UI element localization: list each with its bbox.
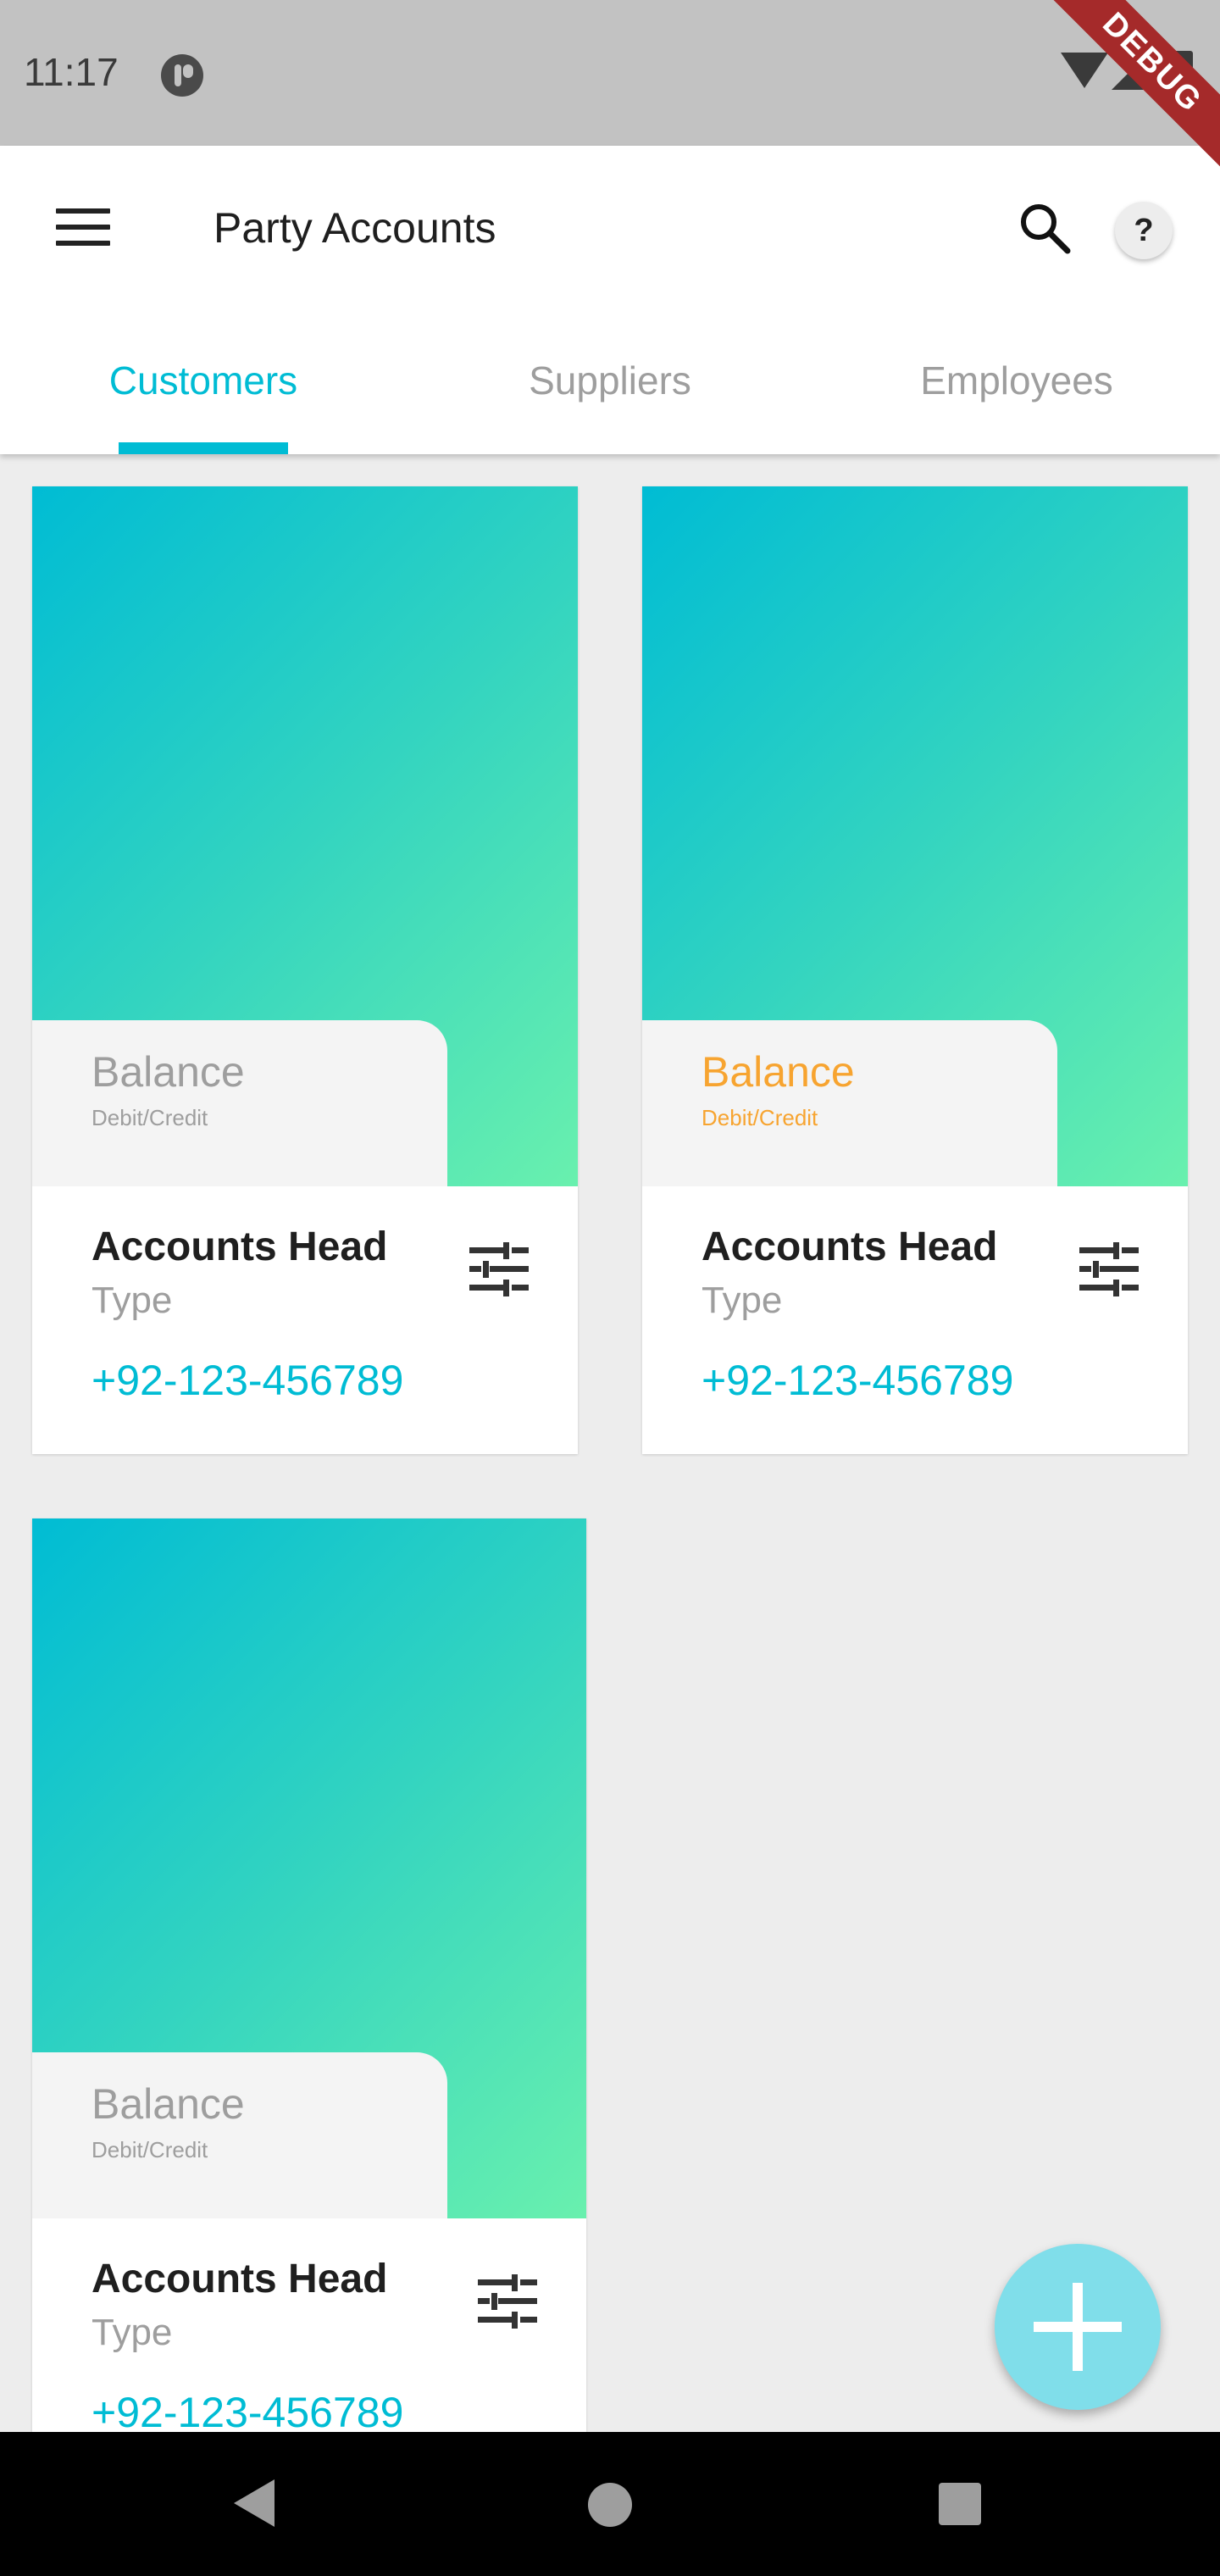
help-button[interactable]: ? — [1115, 202, 1173, 259]
notification-icon — [161, 54, 203, 97]
wifi-icon — [1061, 53, 1108, 88]
account-phone[interactable]: +92-123-456789 — [92, 2388, 403, 2437]
tab-customers[interactable]: Customers — [0, 339, 407, 454]
account-card[interactable]: Balance Debit/Credit Accounts Head Type … — [32, 486, 578, 1454]
tune-icon[interactable] — [478, 2274, 537, 2329]
account-card[interactable]: Balance Debit/Credit Accounts Head Type … — [642, 486, 1188, 1454]
balance-box: Balance Debit/Credit — [32, 1020, 447, 1186]
balance-subtitle: Debit/Credit — [92, 1105, 208, 1130]
balance-box: Balance Debit/Credit — [642, 1020, 1057, 1186]
add-button[interactable] — [995, 2244, 1161, 2410]
search-icon[interactable] — [1017, 200, 1071, 254]
hamburger-menu-icon[interactable] — [56, 208, 110, 246]
status-time: 11:17 — [24, 50, 119, 94]
page-title: Party Accounts — [214, 204, 496, 252]
account-phone[interactable]: +92-123-456789 — [92, 1356, 403, 1405]
account-type: Type — [92, 2312, 173, 2353]
card-info: Accounts Head Type +92-123-456789 — [32, 1186, 578, 1454]
tab-bar: Customers Suppliers Employees — [0, 339, 1220, 454]
status-bar: 11:17 — [0, 0, 1220, 146]
balance-label: Balance — [92, 2080, 245, 2128]
account-head: Accounts Head — [92, 2257, 388, 2301]
recents-icon[interactable] — [939, 2483, 981, 2525]
back-icon[interactable] — [234, 2479, 274, 2527]
account-card[interactable]: Balance Debit/Credit Accounts Head Type … — [32, 1518, 586, 2451]
card-info: Accounts Head Type +92-123-456789 — [642, 1186, 1188, 1454]
tab-suppliers[interactable]: Suppliers — [407, 339, 813, 454]
tab-employees[interactable]: Employees — [813, 339, 1220, 454]
balance-subtitle: Debit/Credit — [92, 2137, 208, 2162]
tune-icon[interactable] — [1079, 1242, 1139, 1296]
balance-subtitle: Debit/Credit — [702, 1105, 818, 1130]
home-icon[interactable] — [588, 2483, 632, 2527]
account-type: Type — [92, 1280, 173, 1321]
navigation-bar — [0, 2432, 1220, 2576]
card-info: Accounts Head Type +92-123-456789 — [32, 2218, 586, 2451]
account-type: Type — [702, 1280, 783, 1321]
balance-label: Balance — [92, 1048, 245, 1096]
account-head: Accounts Head — [702, 1224, 998, 1269]
account-phone[interactable]: +92-123-456789 — [702, 1356, 1013, 1405]
tab-indicator — [119, 442, 288, 454]
tune-icon[interactable] — [469, 1242, 529, 1296]
account-head: Accounts Head — [92, 1224, 388, 1269]
balance-box: Balance Debit/Credit — [32, 2052, 447, 2218]
balance-label: Balance — [702, 1048, 855, 1096]
